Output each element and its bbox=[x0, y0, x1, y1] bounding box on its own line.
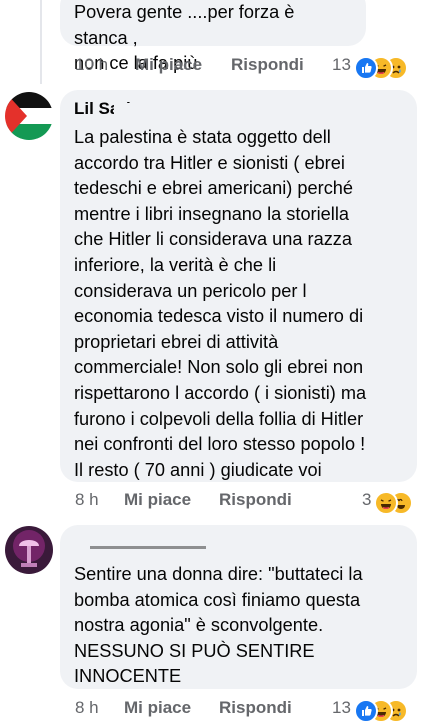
reply-button-1[interactable]: Rispondi bbox=[231, 55, 304, 75]
comment-time-3[interactable]: 8 h bbox=[75, 698, 99, 718]
reply-button-3[interactable]: Rispondi bbox=[219, 698, 292, 718]
reaction-summary-1[interactable]: 13 bbox=[332, 55, 422, 80]
name-redaction bbox=[90, 546, 206, 549]
haha-icon bbox=[374, 491, 398, 515]
comment-bubble-2: Lil Sari La palestina è stata oggetto de… bbox=[60, 90, 417, 482]
comment-text-2: La palestina è stata oggetto dell accord… bbox=[74, 127, 367, 480]
comment-text-3: Sentire una donna dire: "buttateci la bo… bbox=[74, 564, 363, 687]
reaction-summary-2[interactable]: 3 bbox=[362, 490, 422, 515]
name-redaction bbox=[114, 103, 172, 117]
comment-bubble-3: Sentire una donna dire: "buttateci la bo… bbox=[60, 525, 417, 689]
comment-bubble-1: Povera gente ....per forza è stanca , no… bbox=[60, 0, 366, 73]
like-button-3[interactable]: Mi piace bbox=[124, 698, 191, 718]
comment-author-3[interactable] bbox=[74, 534, 403, 554]
comment-time-1[interactable]: 10 h bbox=[75, 55, 108, 75]
reply-button-2[interactable]: Rispondi bbox=[219, 490, 292, 510]
avatar-lamp-photo[interactable] bbox=[5, 526, 53, 574]
reaction-count-1: 13 bbox=[332, 55, 351, 74]
like-icon bbox=[354, 56, 378, 80]
like-icon bbox=[354, 699, 378, 723]
comment-author-2[interactable]: Lil Sari bbox=[74, 99, 403, 119]
avatar-palestine-flag[interactable] bbox=[5, 92, 53, 140]
like-button-1[interactable]: Mi piace bbox=[135, 55, 202, 75]
reaction-count-2: 3 bbox=[362, 490, 372, 509]
reaction-summary-3[interactable]: 13 bbox=[332, 698, 422, 723]
comment-time-2[interactable]: 8 h bbox=[75, 490, 99, 510]
reaction-count-3: 13 bbox=[332, 698, 351, 717]
like-button-2[interactable]: Mi piace bbox=[124, 490, 191, 510]
